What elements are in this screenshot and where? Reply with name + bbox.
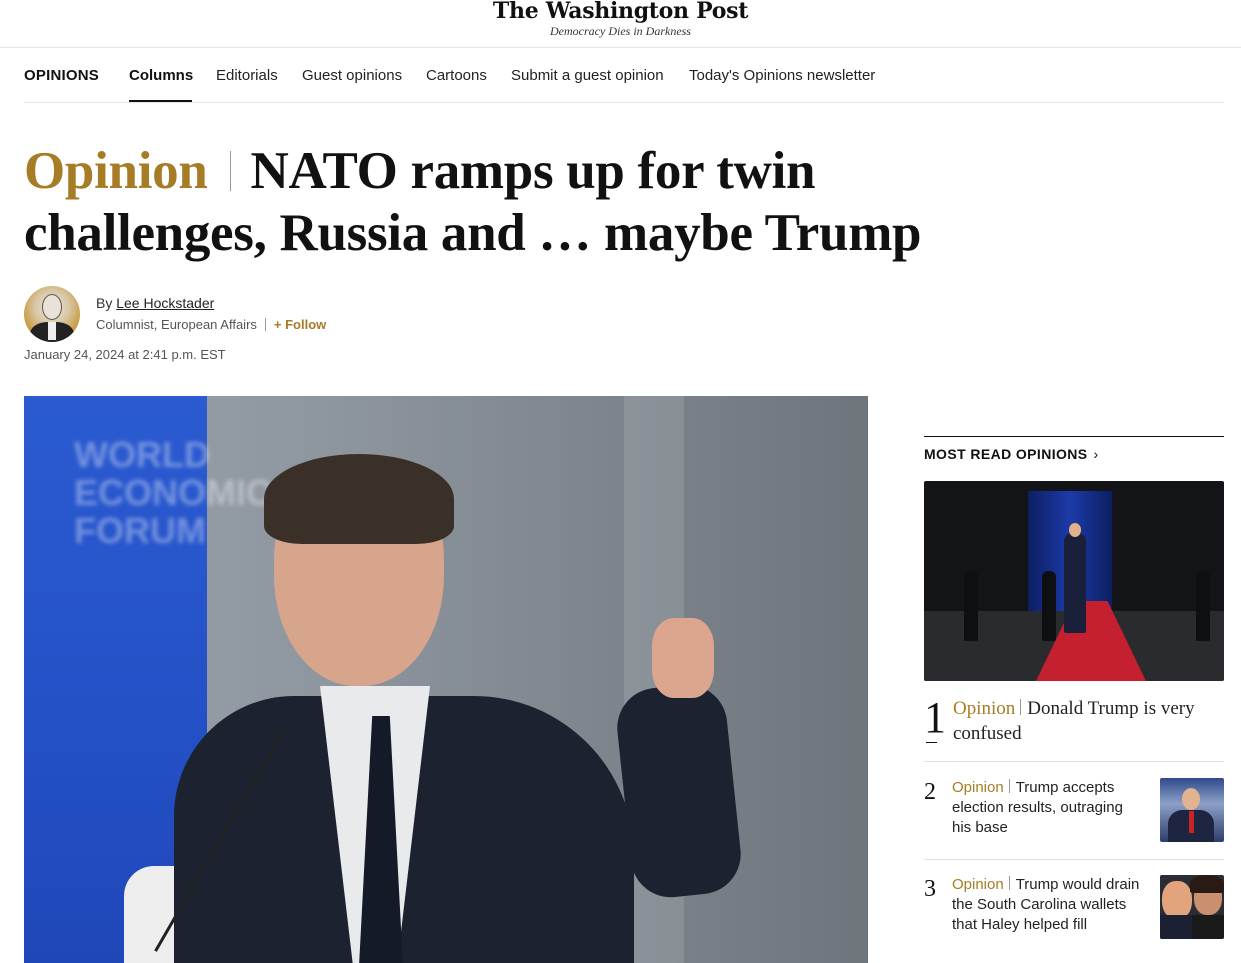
most-read-title: Opinion Trump accepts election results, o… — [952, 779, 1123, 836]
publish-timestamp: January 24, 2024 at 2:41 p.m. EST — [24, 347, 226, 362]
opinion-kicker[interactable]: Opinion — [24, 142, 208, 200]
opinion-kicker: Opinion — [952, 779, 1004, 796]
most-read-heading[interactable]: MOST READ OPINIONS › — [924, 446, 1099, 462]
rank-number: 1 — [924, 693, 946, 742]
byline: By Lee Hockstader — [96, 295, 214, 311]
section-nav: OPINIONS Columns Editorials Guest opinio… — [24, 48, 1224, 103]
most-read-title: Opinion Trump would drain the South Carol… — [952, 876, 1140, 933]
opinion-kicker: Opinion — [953, 698, 1016, 719]
most-read-title: Opinion Donald Trump is very confused — [953, 698, 1195, 744]
divider — [924, 859, 1224, 860]
most-read-item-2[interactable]: 2 Opinion Trump accepts election results,… — [924, 778, 1224, 844]
nav-item-guest-opinions[interactable]: Guest opinions — [302, 67, 402, 84]
follow-button[interactable]: + Follow — [274, 317, 326, 332]
most-read-item-3[interactable]: 3 Opinion Trump would drain the South Car… — [924, 875, 1224, 941]
author-role-row: Columnist, European Affairs + Follow — [96, 317, 326, 332]
opinion-kicker: Opinion — [952, 876, 1004, 893]
nav-section-opinions[interactable]: OPINIONS — [24, 67, 99, 84]
site-tagline: Democracy Dies in Darkness — [550, 24, 691, 38]
nav-item-newsletter[interactable]: Today's Opinions newsletter — [689, 67, 875, 84]
site-logo[interactable]: The Washington Post — [0, 0, 1241, 24]
nav-item-cartoons[interactable]: Cartoons — [426, 67, 487, 84]
most-read-rule — [924, 436, 1224, 437]
article-thumbnail[interactable] — [1160, 875, 1224, 939]
nav-item-submit-guest-opinion[interactable]: Submit a guest opinion — [511, 67, 664, 84]
banner-text: WORLD ECONOMIC FORUM — [74, 434, 272, 551]
role-divider — [264, 318, 266, 331]
most-read-item-1[interactable]: 1 Opinion Donald Trump is very confused — [924, 693, 1224, 750]
author-role: Columnist, European Affairs — [96, 317, 257, 332]
divider — [924, 761, 1224, 762]
nav-item-editorials[interactable]: Editorials — [216, 67, 278, 84]
most-read-lead-photo[interactable] — [924, 481, 1224, 681]
rank-number: 3 — [924, 876, 936, 902]
nav-item-columns[interactable]: Columns — [129, 67, 193, 84]
masthead: The Washington Post Democracy Dies in Da… — [0, 0, 1241, 48]
chevron-right-icon: › — [1093, 446, 1099, 462]
hero-photo[interactable]: WORLD ECONOMIC FORUM — [24, 396, 868, 963]
article-headline: Opinion NATO ramps up for twin challenges… — [24, 140, 984, 264]
kicker-divider — [229, 151, 231, 191]
active-tab-indicator — [129, 100, 192, 102]
byline-prefix: By — [96, 295, 113, 311]
author-link[interactable]: Lee Hockstader — [116, 295, 214, 311]
author-avatar[interactable] — [24, 286, 80, 342]
rank-number: 2 — [924, 779, 936, 805]
article-thumbnail[interactable] — [1160, 778, 1224, 842]
